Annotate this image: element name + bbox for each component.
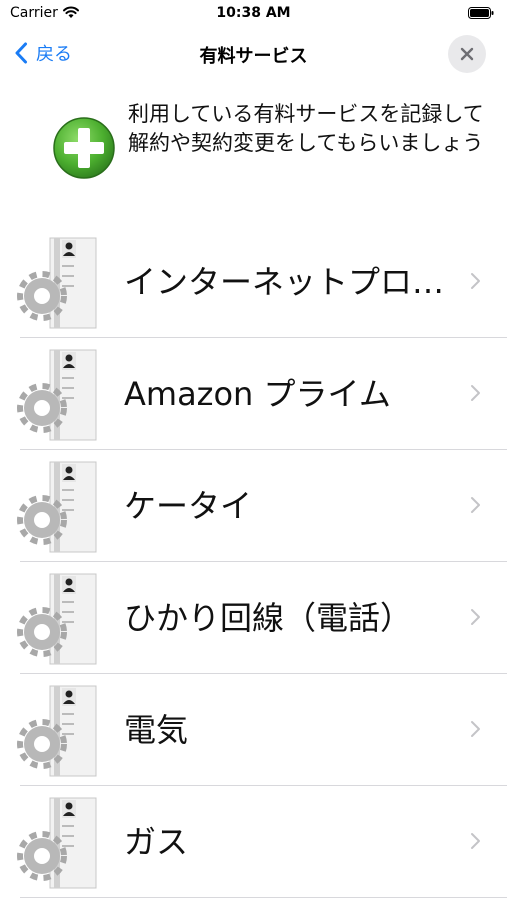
user-settings-document-icon (17, 573, 97, 665)
user-settings-document-icon (17, 349, 97, 441)
service-label: インターネットプロバイダ (124, 263, 464, 301)
service-label: ガス (124, 823, 189, 861)
list-item[interactable]: ガス (0, 786, 507, 898)
navigation-bar: 戻る 有料サービス (0, 28, 507, 78)
service-list: インターネットプロバイダ Amazon プライム (0, 226, 507, 898)
chevron-right-icon (471, 609, 480, 625)
row-divider (20, 897, 507, 898)
user-settings-document-icon (17, 685, 97, 777)
page-title: 有料サービス (199, 46, 308, 67)
chevron-right-icon (471, 833, 480, 849)
service-label: ケータイ (124, 487, 253, 525)
chevron-right-icon (471, 721, 480, 737)
service-label: ひかり回線（電話） (124, 599, 413, 637)
list-item[interactable]: ケータイ (0, 450, 507, 562)
add-service-prompt: 利用している有料サービスを記録して解約や契約変更をしてもらいましょう (128, 102, 484, 155)
list-item[interactable]: ひかり回線（電話） (0, 562, 507, 674)
clock: 10:38 AM (216, 5, 291, 21)
user-settings-document-icon (17, 461, 97, 553)
service-label: 電気 (124, 711, 189, 749)
add-service-row[interactable]: 利用している有料サービスを記録して解約や契約変更をしてもらいましょう (0, 90, 507, 200)
list-item[interactable]: Amazon プライム (0, 338, 507, 450)
plus-circle-icon (53, 117, 115, 179)
status-bar: Carrier 10:38 AM (0, 0, 507, 28)
service-label: Amazon プライム (124, 375, 391, 413)
chevron-right-icon (471, 273, 480, 289)
list-item[interactable]: インターネットプロバイダ (0, 226, 507, 338)
chevron-right-icon (471, 385, 480, 401)
list-item[interactable]: 電気 (0, 674, 507, 786)
close-icon (460, 47, 474, 61)
user-settings-document-icon (17, 237, 97, 329)
close-button[interactable] (448, 35, 486, 73)
battery-icon (468, 7, 494, 19)
user-settings-document-icon (17, 797, 97, 889)
chevron-right-icon (471, 497, 480, 513)
